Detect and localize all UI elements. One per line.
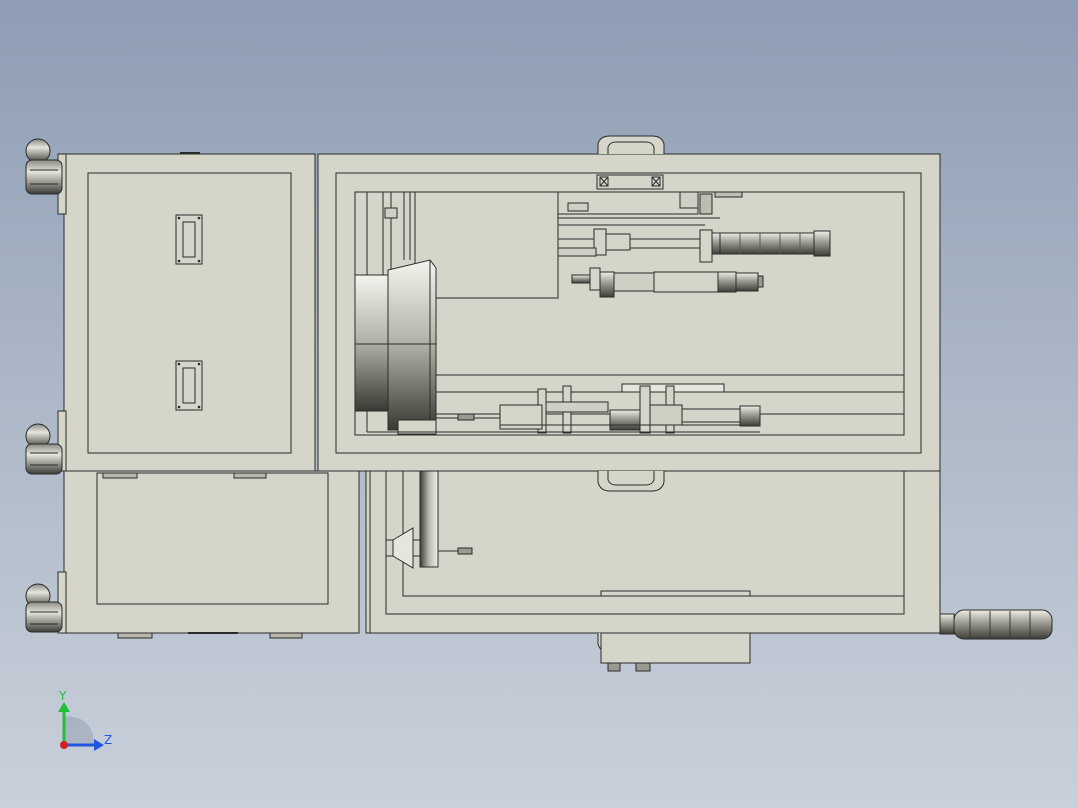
door-handle-upper [175,214,203,265]
bottom-control-box [600,632,751,664]
y-axis-label: Y [58,689,67,703]
coordinate-triad: Y Z [58,689,112,751]
caster-wheel-top [25,138,67,215]
caster-wheel-middle [25,410,67,475]
cad-viewport[interactable]: Y Z [0,0,1078,808]
caster-wheel-bottom [25,571,67,634]
left-cabinet-upper [63,152,319,472]
x-axis-marker [60,741,68,749]
left-cabinet-lower [63,470,360,639]
door-handle-lower [175,360,203,411]
rotary-drum [354,259,437,435]
push-grip-handle [939,609,1053,640]
z-axis-label: Z [104,733,112,747]
main-frame-lower [318,470,941,672]
